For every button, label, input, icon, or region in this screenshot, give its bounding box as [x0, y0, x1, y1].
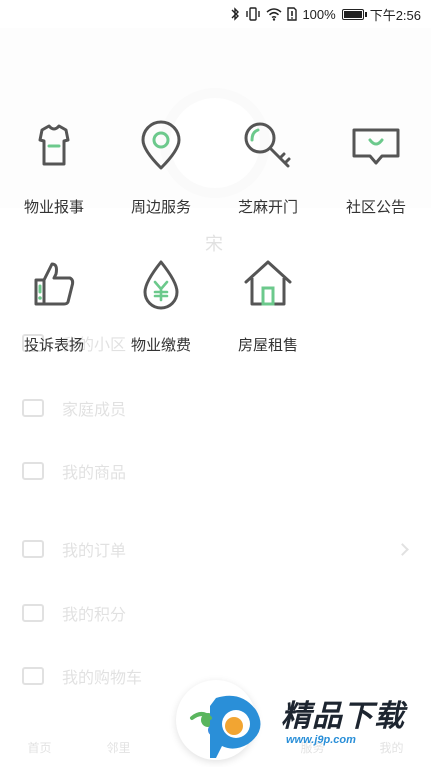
menu-item-label: 芝麻开门	[237, 199, 298, 216]
menu-item-open-door[interactable]: 芝麻开门	[214, 110, 322, 230]
menu-item-label: 社区公告	[345, 199, 406, 216]
list-item-label: 我的商品	[62, 465, 127, 482]
watermark: 精品下载 www.j9p.com	[186, 688, 426, 758]
key-icon	[244, 122, 291, 168]
tab-neighbors[interactable]: 邻里	[106, 739, 130, 756]
battery-percent: 100%	[302, 6, 336, 22]
thumbs-up-icon	[34, 262, 75, 306]
list-item-label: 我的订单	[62, 543, 127, 560]
family-icon	[22, 399, 44, 417]
menu-item-community-notice[interactable]: 社区公告	[322, 110, 430, 230]
menu-item-complaint-praise[interactable]: 投诉表扬	[0, 248, 108, 368]
menu-item-property-payment[interactable]: 物业缴费	[107, 248, 215, 368]
list-item-label: 我的积分	[62, 607, 127, 624]
tab-home[interactable]: 首页	[27, 739, 51, 756]
wifi-icon	[266, 7, 282, 21]
property-report-icon	[38, 124, 70, 166]
menu-item-label: 物业缴费	[130, 337, 191, 354]
watermark-brand: 精品下载	[281, 700, 405, 733]
list-item[interactable]: 我的商品	[0, 453, 431, 489]
menu-item-property-report[interactable]: 物业报事	[0, 110, 108, 230]
list-item-label: 家庭成员	[62, 402, 127, 419]
menu-item-nearby-services[interactable]: 周边服务	[107, 110, 215, 230]
watermark-logo-icon	[190, 695, 261, 758]
vibrate-icon	[245, 7, 261, 21]
goods-icon	[22, 462, 44, 480]
announcement-icon	[352, 128, 400, 165]
order-icon	[22, 540, 44, 558]
list-item[interactable]: 我的订单	[0, 531, 431, 567]
sim-alert-icon	[287, 7, 298, 21]
payment-drop-icon	[143, 260, 179, 310]
menu-item-label: 周边服务	[130, 199, 191, 216]
bluetooth-icon	[230, 7, 240, 21]
clock-time: 下午2:56	[369, 7, 421, 23]
list-item[interactable]: 家庭成员	[0, 390, 431, 426]
house-icon	[244, 260, 292, 306]
location-pin-icon	[141, 120, 181, 170]
watermark-url: www.j9p.com	[286, 734, 356, 746]
menu-item-label: 房屋租售	[237, 337, 298, 354]
menu-item-label: 物业报事	[23, 199, 84, 216]
list-item-label: 我的购物车	[62, 670, 143, 687]
points-icon	[22, 604, 44, 622]
status-bar: 100% 下午2:56	[0, 0, 431, 28]
menu-item-label: 投诉表扬	[23, 337, 84, 354]
battery-icon	[341, 8, 367, 20]
cart-icon	[22, 667, 44, 685]
chevron-right-icon	[396, 542, 409, 556]
menu-item-house-rental[interactable]: 房屋租售	[214, 248, 322, 368]
list-item[interactable]: 我的积分	[0, 595, 431, 631]
